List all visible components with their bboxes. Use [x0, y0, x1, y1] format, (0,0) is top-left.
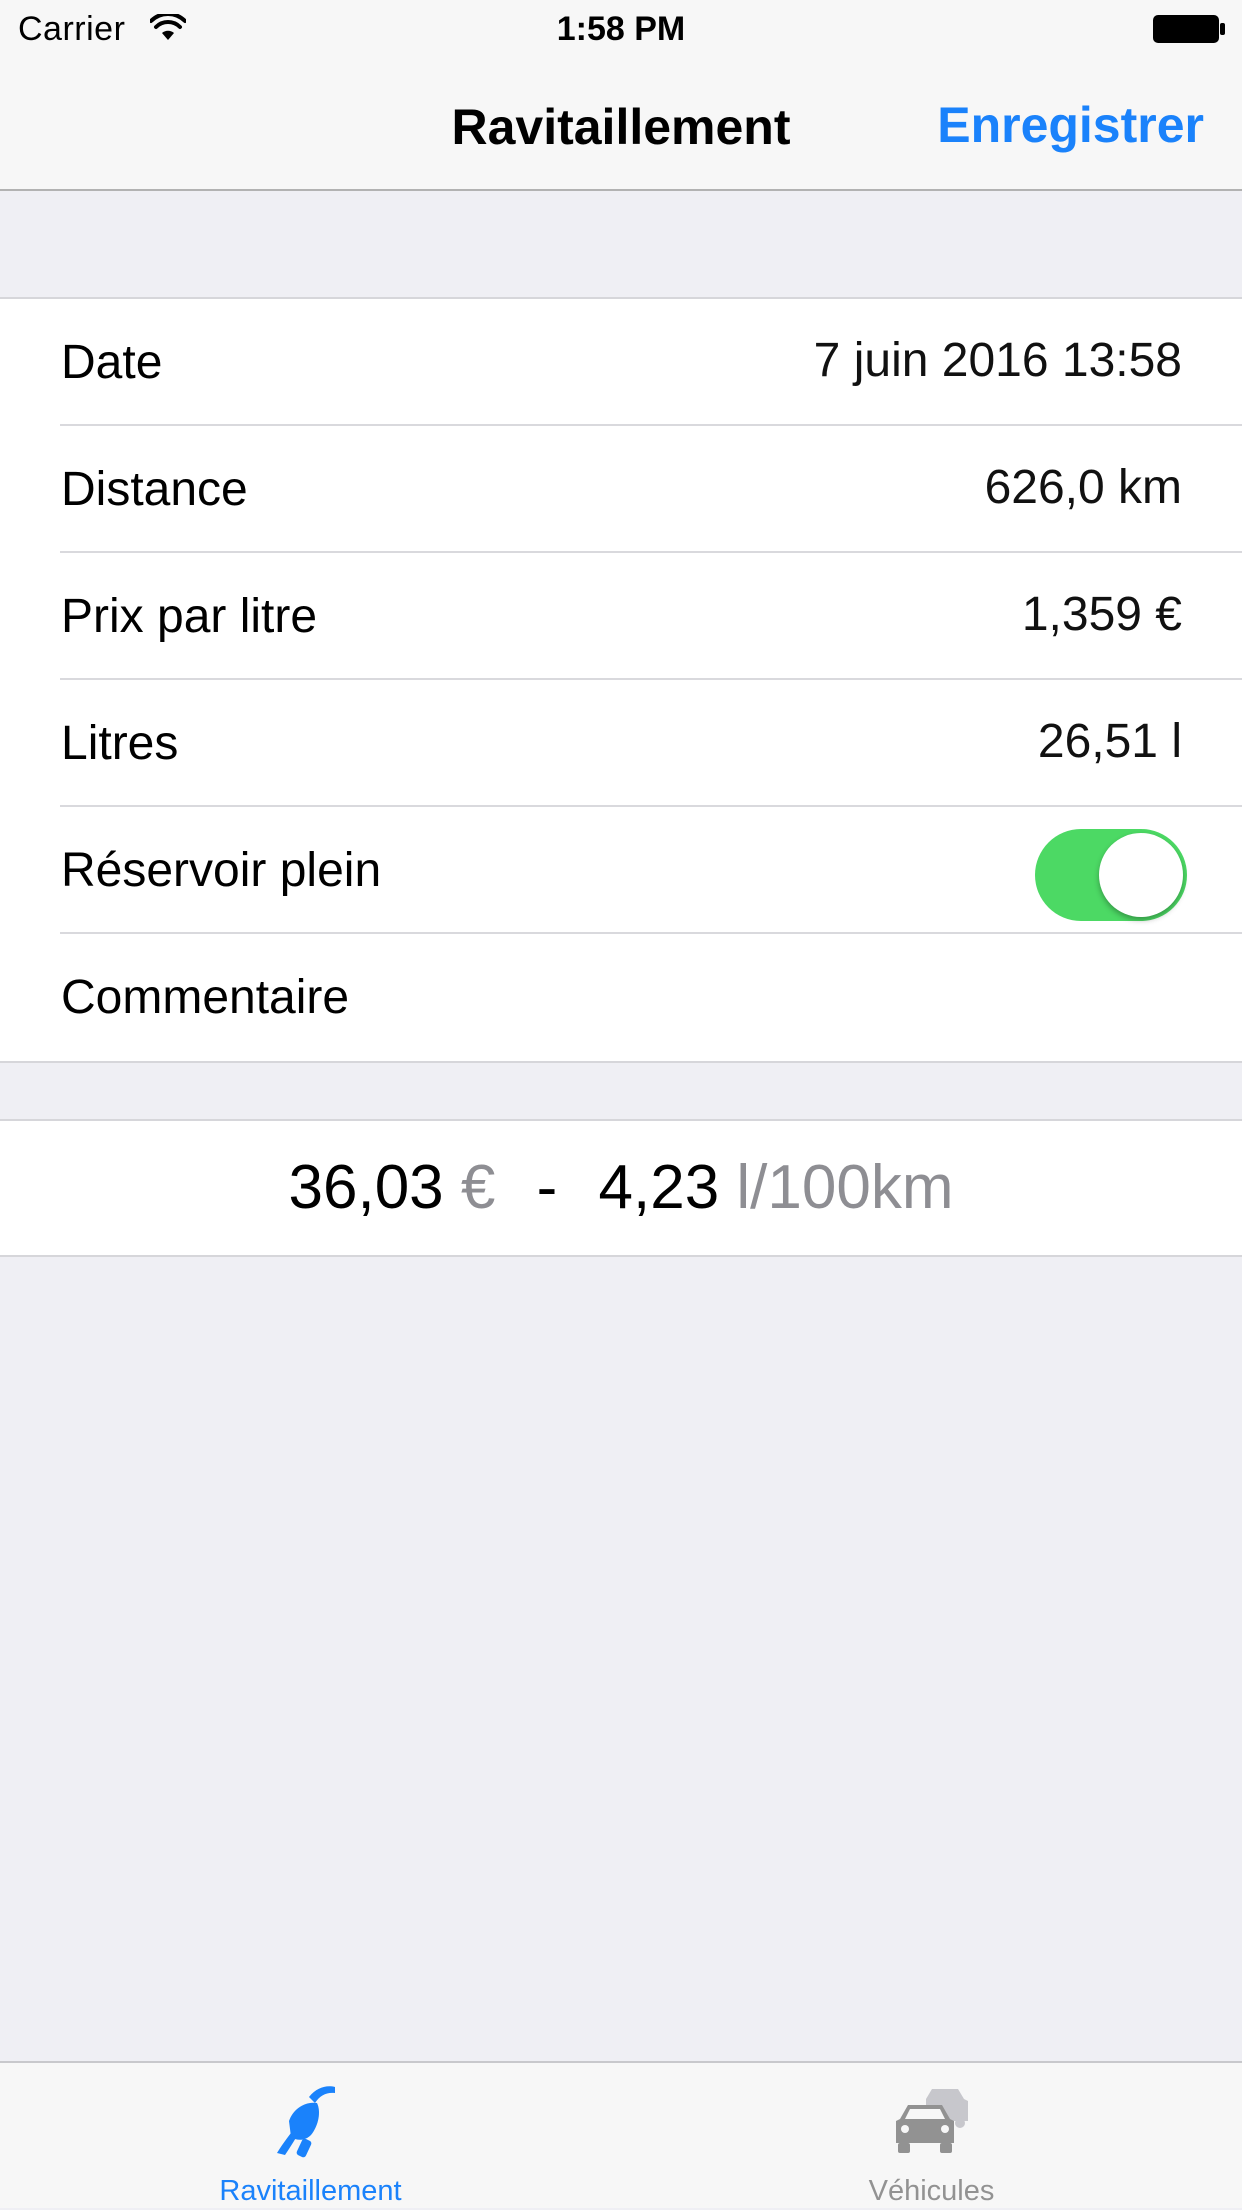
tab-vehicules-label: Véhicules — [868, 2175, 995, 2207]
tab-vehicules[interactable]: Véhicules — [621, 2063, 1242, 2210]
price-per-litre-row[interactable]: Prix par litre 1,359 € — [60, 553, 1242, 680]
summary-bar: 36,03 € - 4,23 l/100km — [0, 1119, 1242, 1257]
comment-label: Commentaire — [61, 971, 350, 1024]
distance-row[interactable]: Distance 626,0 km — [60, 426, 1242, 553]
litres-row[interactable]: Litres 26,51 l — [60, 680, 1242, 807]
status-bar: Carrier 1:58 PM — [0, 0, 1242, 60]
total-cost-value: 36,03 — [288, 1153, 444, 1222]
date-label: Date — [61, 336, 163, 389]
consumption-unit: l/100km — [736, 1153, 954, 1222]
full-tank-label: Réservoir plein — [61, 844, 382, 897]
cost-unit: € — [460, 1153, 496, 1222]
status-time: 1:58 PM — [556, 10, 686, 48]
date-row[interactable]: Date 7 juin 2016 13:58 — [60, 299, 1242, 426]
date-value[interactable]: 7 juin 2016 13:58 — [814, 333, 1182, 388]
navigation-bar: Ravitaillement Enregistrer — [0, 60, 1242, 191]
cars-icon — [895, 2089, 968, 2153]
toggle-knob — [1099, 833, 1183, 917]
tab-ravitaillement-label: Ravitaillement — [219, 2175, 402, 2207]
distance-field[interactable]: 626,0 km — [985, 460, 1182, 515]
price-per-litre-label: Prix par litre — [61, 590, 318, 643]
tab-bar: Ravitaillement Véhicules — [0, 2061, 1242, 2208]
litres-label: Litres — [61, 717, 179, 770]
fuel-nozzle-icon — [276, 2086, 335, 2158]
distance-label: Distance — [61, 463, 248, 516]
litres-field[interactable]: 26,51 l — [1038, 714, 1182, 769]
full-tank-toggle[interactable] — [1035, 829, 1187, 921]
battery-icon — [1153, 15, 1225, 43]
summary-separator: - — [536, 1153, 558, 1222]
full-tank-row: Réservoir plein — [60, 807, 1242, 934]
refuel-form: Date 7 juin 2016 13:58 Distance 626,0 km… — [0, 297, 1242, 1063]
comment-row[interactable]: Commentaire — [60, 934, 1242, 1061]
save-button[interactable]: Enregistrer — [937, 96, 1204, 154]
consumption-value: 4,23 — [598, 1153, 720, 1222]
tab-ravitaillement[interactable]: Ravitaillement — [0, 2063, 621, 2210]
price-per-litre-field[interactable]: 1,359 € — [1022, 587, 1182, 642]
